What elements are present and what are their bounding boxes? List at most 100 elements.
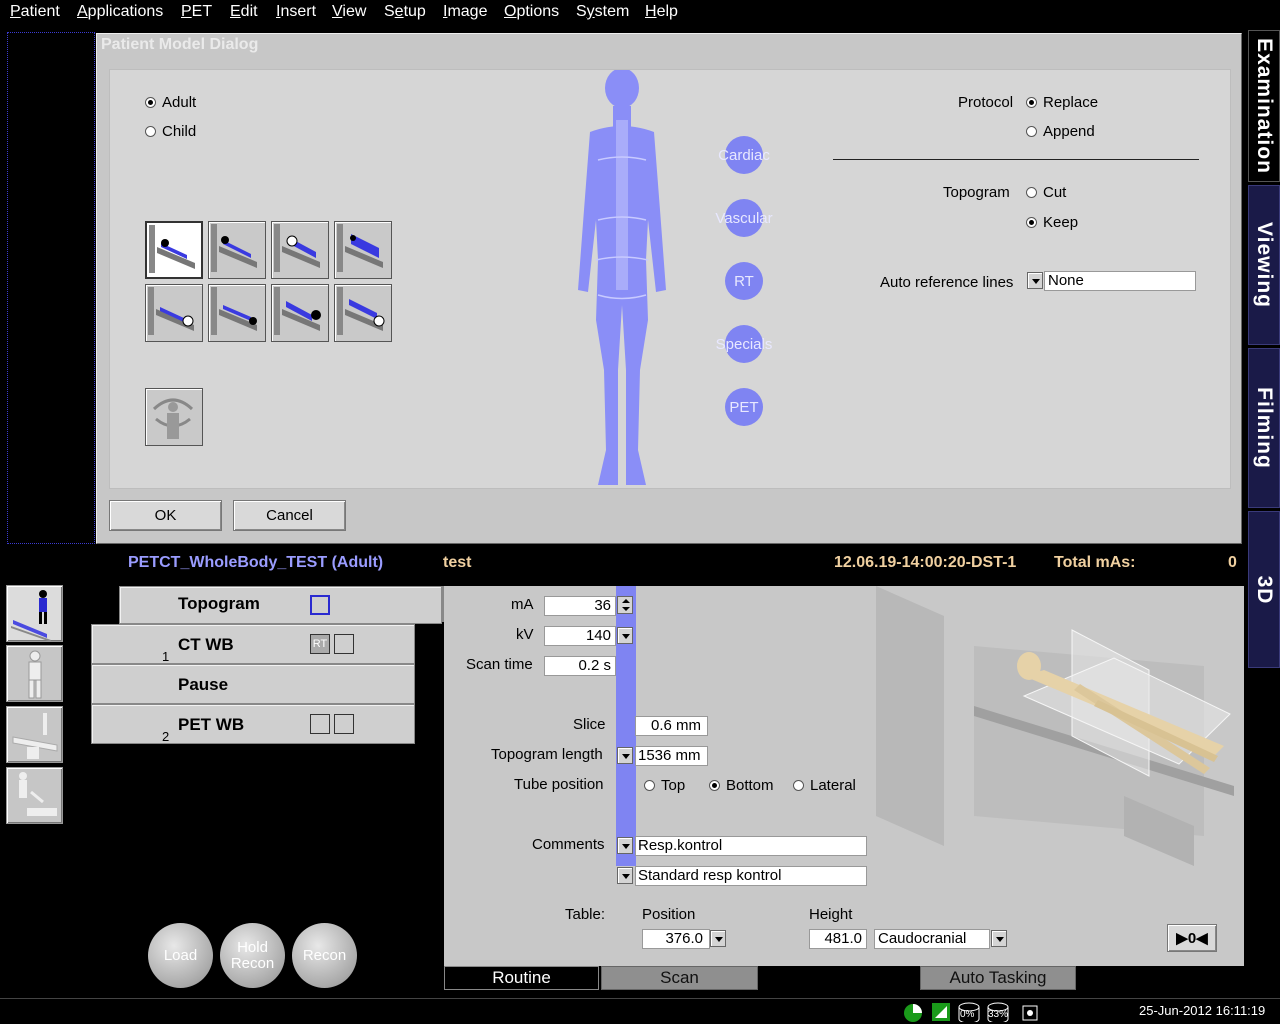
auto-reference-lines-label: Auto reference lines [880,274,1014,291]
topogram-cut-radio[interactable]: Cut [1026,184,1066,201]
exam-id: 12.06.19-14:00:20-DST-1 [834,554,1017,571]
move-to-zero-button[interactable]: ▶0◀ [1167,924,1217,952]
position-feet-first-supine-icon[interactable] [145,284,203,342]
menu-help[interactable]: Help [645,3,678,21]
radio-dot-icon [1026,217,1037,228]
tab-filming[interactable]: Filming [1248,348,1280,508]
chevron-down-icon[interactable] [617,867,633,884]
patient-position-tool[interactable] [6,585,63,642]
position-feet-first-right-icon[interactable] [334,284,392,342]
ma-label: mA [511,596,534,613]
menu-patient[interactable]: Patient [10,3,60,21]
scan-row-topogram[interactable]: Topogram [119,586,442,624]
scan-time-label: Scan time [466,656,533,673]
protocol-append-radio[interactable]: Append [1026,123,1095,140]
child-radio[interactable]: Child [145,123,196,140]
chevron-down-icon[interactable] [617,837,633,854]
chevron-down-icon[interactable] [617,747,633,764]
recon-button[interactable]: Recon [292,923,357,988]
chevron-down-icon[interactable] [617,627,633,644]
patient-table-icon [11,590,51,642]
tube-bottom-radio[interactable]: Bottom [709,777,774,794]
position-feet-first-prone-icon[interactable] [208,284,266,342]
scan-checkbox[interactable] [310,595,330,615]
ma-input[interactable]: 36 [544,596,616,616]
cancel-button[interactable]: Cancel [233,500,346,531]
region-rt-button[interactable]: RT [725,262,763,300]
tab-examination[interactable]: Examination [1248,30,1280,182]
scan-checkbox[interactable] [310,714,330,734]
table-position-input[interactable]: 376.0 [642,929,710,949]
comment-select-2[interactable]: Standard resp kontrol [635,866,867,886]
hold-recon-button[interactable]: Hold Recon [220,923,285,988]
network-status-icon[interactable] [931,1002,953,1022]
total-mas-label: Total mAs: [1054,554,1136,571]
auto-reference-lines-select[interactable]: None [1044,271,1196,291]
protocol-replace-radio[interactable]: Replace [1026,94,1098,111]
height-label: Height [809,906,853,923]
tube-top-radio[interactable]: Top [644,777,685,794]
radio-dot-icon [1026,97,1037,108]
position-head-first-right-icon[interactable] [334,221,392,279]
slice-input[interactable]: 0.6 mm [635,716,708,736]
radio-dot-icon [709,780,720,791]
topogram-length-select[interactable]: 1536 mm [635,746,708,766]
protocol-name: PETCT_WholeBody_TEST (Adult) [128,554,384,571]
menu-pet[interactable]: PET [181,3,212,21]
rt-checkbox[interactable]: RT [310,634,330,654]
menu-system[interactable]: System [576,3,629,21]
tab-routine[interactable]: Routine [444,966,599,990]
printer-icon[interactable] [1020,1002,1042,1022]
menu-options[interactable]: Options [504,3,559,21]
transfer-tool[interactable] [6,767,63,824]
scan-checkbox[interactable] [334,714,354,734]
adult-radio[interactable]: Adult [145,94,196,111]
region-vascular-button[interactable]: Vascular [715,199,773,237]
tube-lateral-radio[interactable]: Lateral [793,777,856,794]
menu-view[interactable]: View [332,3,366,21]
rotate-patient-icon[interactable] [145,388,203,446]
total-mas-value: 0 [1228,554,1237,571]
person-tool[interactable] [6,645,63,702]
table-height-input[interactable]: 481.0 [809,929,867,949]
position-head-first-supine-icon[interactable] [145,221,203,279]
scan-row-ct-wb[interactable]: CT WB 1 RT [91,624,415,664]
tab-scan[interactable]: Scan [601,966,758,990]
menu-bar: Patient Applications PET Edit Insert Vie… [0,0,1280,25]
topogram-keep-radio[interactable]: Keep [1026,214,1078,231]
region-pet-button[interactable]: PET [725,388,763,426]
menu-edit[interactable]: Edit [230,3,258,21]
position-feet-first-left-icon[interactable] [271,284,329,342]
tab-viewing[interactable]: Viewing [1248,185,1280,345]
tab-auto-tasking[interactable]: Auto Tasking [920,966,1076,990]
position-head-first-prone-icon[interactable] [208,221,266,279]
chevron-down-icon[interactable] [1027,272,1043,289]
kv-select[interactable]: 140 [544,626,616,646]
chevron-down-icon[interactable] [710,930,726,947]
menu-insert[interactable]: Insert [276,3,316,21]
scan-row-pet-wb[interactable]: PET WB 2 [91,704,415,744]
clock: 25-Jun-2012 16:11:19 [1139,1003,1266,1018]
tab-3d[interactable]: 3D [1248,511,1280,668]
body-model-icon[interactable] [568,70,668,490]
scan-checkbox[interactable] [334,634,354,654]
direction-select[interactable]: Caudocranial [874,929,990,949]
menu-setup[interactable]: Setup [384,3,426,21]
patient-gantry-graphic-icon [876,586,1234,866]
scan-time-input[interactable]: 0.2 s [544,656,616,676]
region-specials-button[interactable]: Specials [716,325,772,363]
menu-image[interactable]: Image [443,3,487,21]
chevron-down-icon[interactable] [991,930,1007,947]
table-tool[interactable] [6,706,63,763]
position-head-first-left-icon[interactable] [271,221,329,279]
region-cardiac-button[interactable]: Cardiac [718,136,770,174]
comment-select-1[interactable]: Resp.kontrol [635,836,867,856]
scan-row-pause[interactable]: Pause [91,664,415,704]
menu-applications[interactable]: Applications [77,3,163,21]
preview-area [7,32,95,544]
ma-spinner[interactable] [617,596,633,614]
scan-name: Pause [178,675,229,694]
load-button[interactable]: Load [148,923,213,988]
ok-button[interactable]: OK [109,500,222,531]
pie-status-icon[interactable] [903,1002,925,1022]
